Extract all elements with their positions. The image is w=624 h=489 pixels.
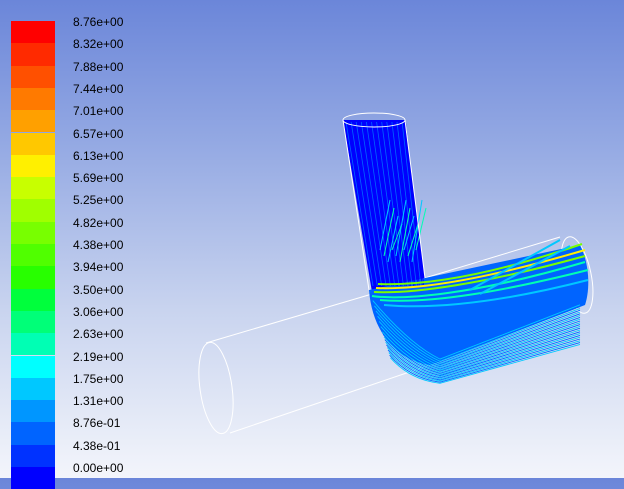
- pipe-top-edge: [205, 293, 373, 344]
- pipe-bottom-edge: [229, 364, 431, 434]
- pipe-elbow-pathlines-view: [198, 112, 594, 435]
- pathlines: [343, 120, 589, 384]
- pipe-inlet-ring: [198, 341, 234, 435]
